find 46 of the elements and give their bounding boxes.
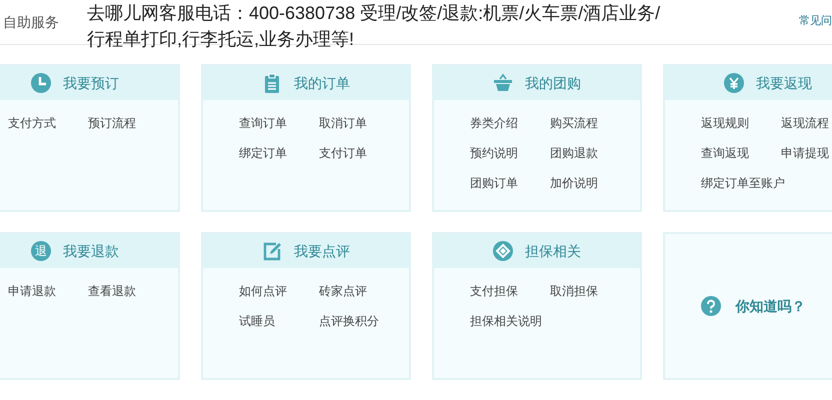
yen-icon [724, 73, 744, 93]
help-link[interactable]: 取消担保 [550, 282, 598, 300]
help-link[interactable]: 支付担保 [470, 282, 518, 300]
help-link[interactable]: 返现规则 [701, 114, 749, 132]
diamond-logo-icon [493, 241, 513, 261]
help-link[interactable]: 购买流程 [550, 114, 598, 132]
notice-text: 行程单打印,行李托运,业务办理等! [87, 28, 356, 51]
help-link[interactable]: 返现流程 [781, 114, 829, 132]
card-title[interactable]: 我要点评 [294, 240, 350, 262]
basket-icon [493, 73, 513, 93]
clock-icon [31, 73, 51, 93]
card-title[interactable]: 我的订单 [294, 72, 350, 94]
help-link[interactable]: 砖家点评 [319, 282, 367, 300]
help-link[interactable]: 团购订单 [470, 174, 518, 192]
faq-link[interactable]: 常见问 [799, 13, 832, 30]
help-link[interactable]: 券类介绍 [470, 114, 518, 132]
help-link[interactable]: 取消订单 [319, 114, 367, 132]
edit-icon [262, 241, 282, 261]
help-link[interactable]: 申请提现 [781, 144, 829, 162]
help-icon [700, 296, 720, 316]
help-link[interactable]: 绑定订单至账户 [701, 174, 785, 192]
help-link[interactable]: 团购退款 [550, 144, 598, 162]
help-link[interactable]: 绑定订单 [239, 144, 287, 162]
help-link[interactable]: 查看退款 [88, 282, 136, 300]
card-title[interactable]: 我要预订 [63, 72, 119, 94]
help-link[interactable]: 试睡员 [239, 312, 275, 330]
help-link[interactable]: 预约说明 [470, 144, 518, 162]
help-link[interactable]: 支付订单 [319, 144, 367, 162]
card-title[interactable]: 我要返现 [756, 72, 812, 94]
help-link[interactable]: 如何点评 [239, 282, 287, 300]
help-link[interactable]: 查询返现 [701, 144, 749, 162]
help-link[interactable]: 申请退款 [8, 282, 56, 300]
card-title[interactable]: 我的团购 [525, 72, 581, 94]
help-link[interactable]: 查询订单 [239, 114, 287, 132]
clipboard-icon [262, 73, 282, 93]
tip-title[interactable]: 你知道吗？ [736, 296, 806, 316]
card-title[interactable]: 担保相关 [525, 240, 581, 262]
section-label: 自助服务 [3, 13, 59, 32]
card-title[interactable]: 我要退款 [63, 240, 119, 262]
help-link[interactable]: 预订流程 [88, 114, 136, 132]
help-link[interactable]: 点评换积分 [319, 312, 379, 330]
help-link[interactable]: 担保相关说明 [470, 312, 542, 330]
refund-badge-icon: 退 [31, 241, 51, 261]
help-link[interactable]: 支付方式 [8, 114, 56, 132]
notice-text: 去哪儿网客服电话：400-6380738 受理/改签/退款:机票/火车票/酒店业务/ [87, 2, 660, 25]
help-link[interactable]: 加价说明 [550, 174, 598, 192]
